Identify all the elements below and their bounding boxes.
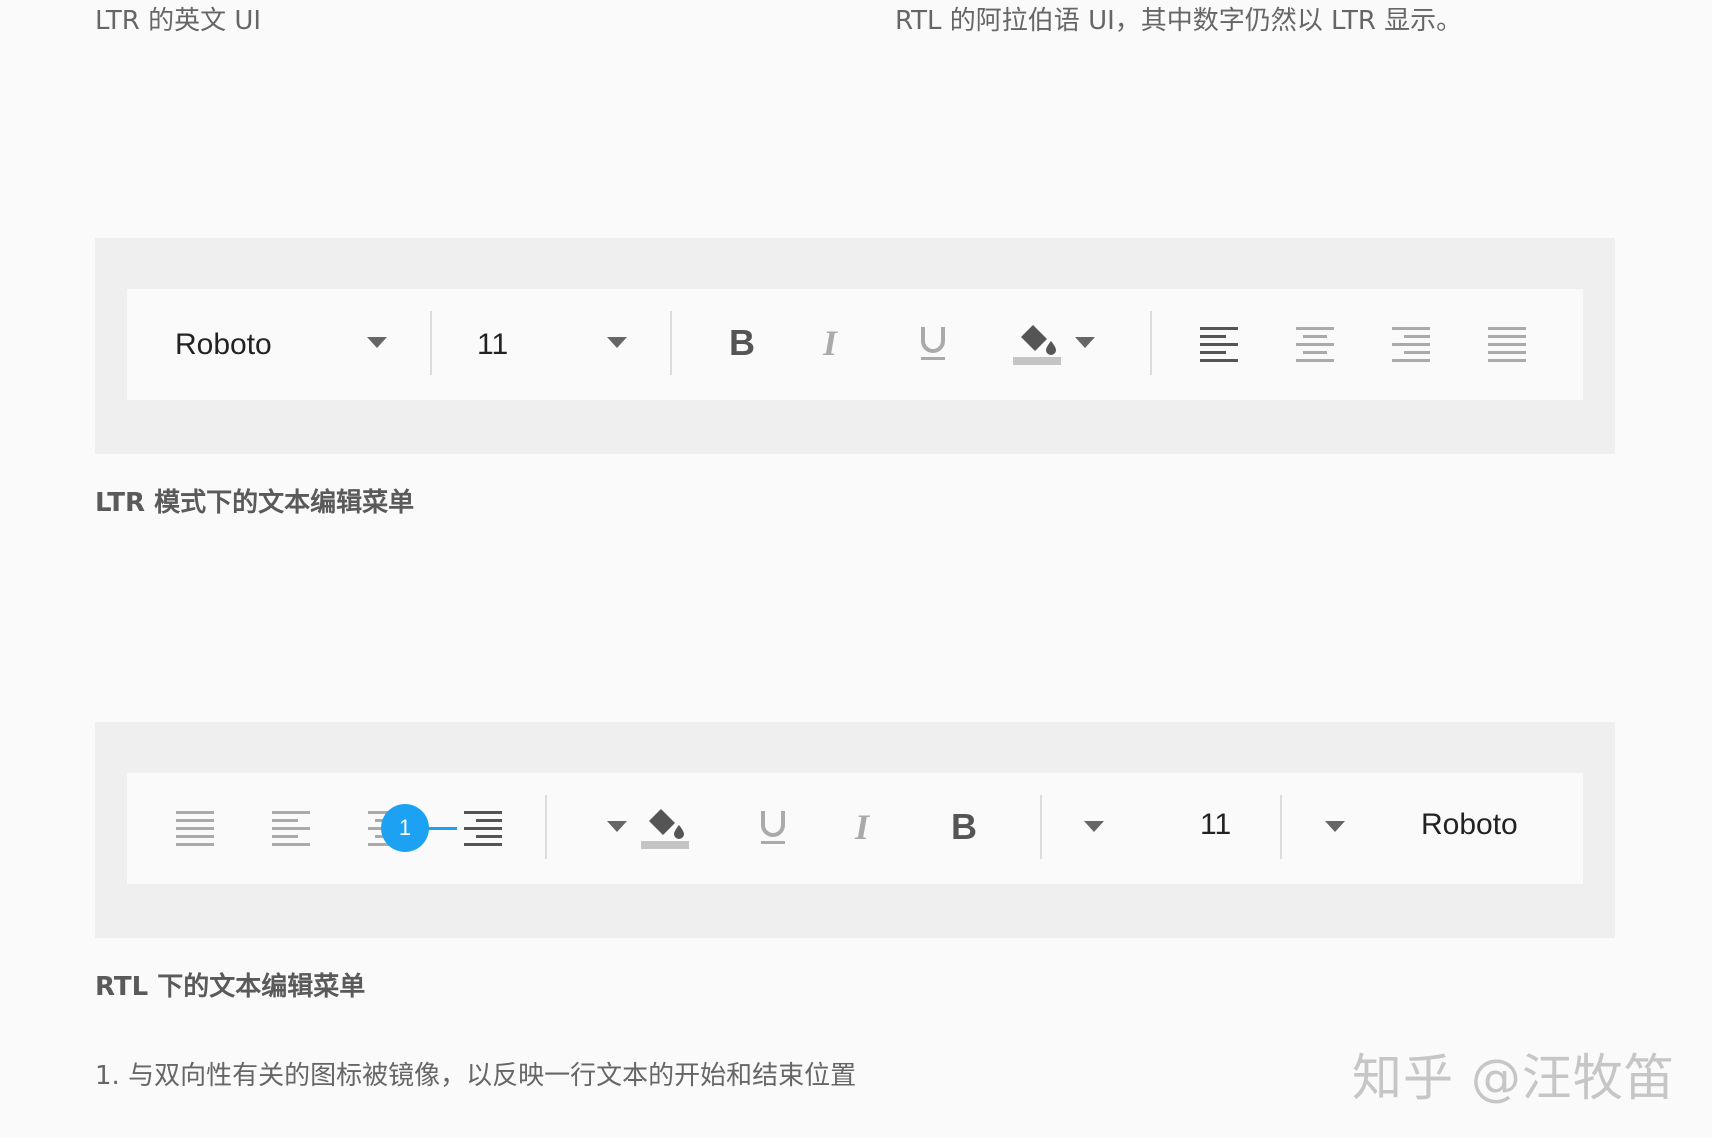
- font-dropdown-arrow-icon[interactable]: [1323, 818, 1347, 834]
- fill-color-icon[interactable]: [1013, 319, 1063, 365]
- font-name-select[interactable]: Roboto: [175, 330, 272, 360]
- align-left-icon[interactable]: [272, 809, 312, 847]
- fill-dropdown-arrow-icon[interactable]: [1073, 334, 1097, 350]
- italic-icon[interactable]: I: [821, 325, 851, 359]
- justify-icon[interactable]: [1488, 325, 1528, 363]
- align-center-icon[interactable]: [1296, 325, 1336, 363]
- align-left-icon[interactable]: [1200, 325, 1240, 363]
- align-right-icon[interactable]: [1392, 325, 1432, 363]
- font-dropdown-arrow-icon[interactable]: [365, 334, 389, 350]
- size-dropdown-arrow-icon[interactable]: [1082, 818, 1106, 834]
- font-size-select[interactable]: 11: [477, 330, 508, 360]
- svg-text:B: B: [951, 809, 977, 843]
- rtl-label: RTL 下的文本编辑菜单: [95, 972, 366, 1002]
- font-size-select[interactable]: 11: [1200, 810, 1231, 840]
- bold-icon[interactable]: B: [727, 325, 755, 359]
- italic-icon[interactable]: I: [853, 809, 883, 843]
- svg-text:B: B: [729, 325, 755, 359]
- callout-badge: 1: [381, 804, 429, 852]
- fill-color-icon[interactable]: [641, 803, 691, 849]
- svg-text:I: I: [822, 325, 839, 359]
- rtl-toolbar-panel: 1 I B 11 Roboto: [95, 722, 1615, 938]
- ltr-label: LTR 模式下的文本编辑菜单: [95, 488, 415, 518]
- note-text: 1. 与双向性有关的图标被镜像，以反映一行文本的开始和结束位置: [95, 1061, 857, 1091]
- ltr-toolbar-panel: Roboto 11 B I: [95, 238, 1615, 454]
- rtl-header: RTL 的阿拉伯语 UI，其中数字仍然以 LTR 显示。: [895, 6, 1463, 36]
- divider: [545, 795, 547, 859]
- size-dropdown-arrow-icon[interactable]: [605, 334, 629, 350]
- divider: [430, 311, 432, 375]
- divider: [670, 311, 672, 375]
- divider: [1280, 795, 1282, 859]
- underline-icon[interactable]: [757, 807, 789, 847]
- svg-text:I: I: [854, 809, 871, 843]
- divider: [1150, 311, 1152, 375]
- align-right-icon[interactable]: [464, 809, 504, 847]
- fill-dropdown-arrow-icon[interactable]: [605, 818, 629, 834]
- underline-icon[interactable]: [917, 323, 949, 363]
- watermark: 知乎 @汪牧笛: [1352, 1049, 1675, 1107]
- ltr-toolbar: Roboto 11 B I: [127, 289, 1583, 400]
- rtl-toolbar: 1 I B 11 Roboto: [127, 773, 1583, 884]
- divider: [1040, 795, 1042, 859]
- ltr-header: LTR 的英文 UI: [95, 6, 262, 36]
- bold-icon[interactable]: B: [949, 809, 977, 843]
- justify-icon[interactable]: [176, 809, 216, 847]
- font-name-select[interactable]: Roboto: [1421, 810, 1518, 840]
